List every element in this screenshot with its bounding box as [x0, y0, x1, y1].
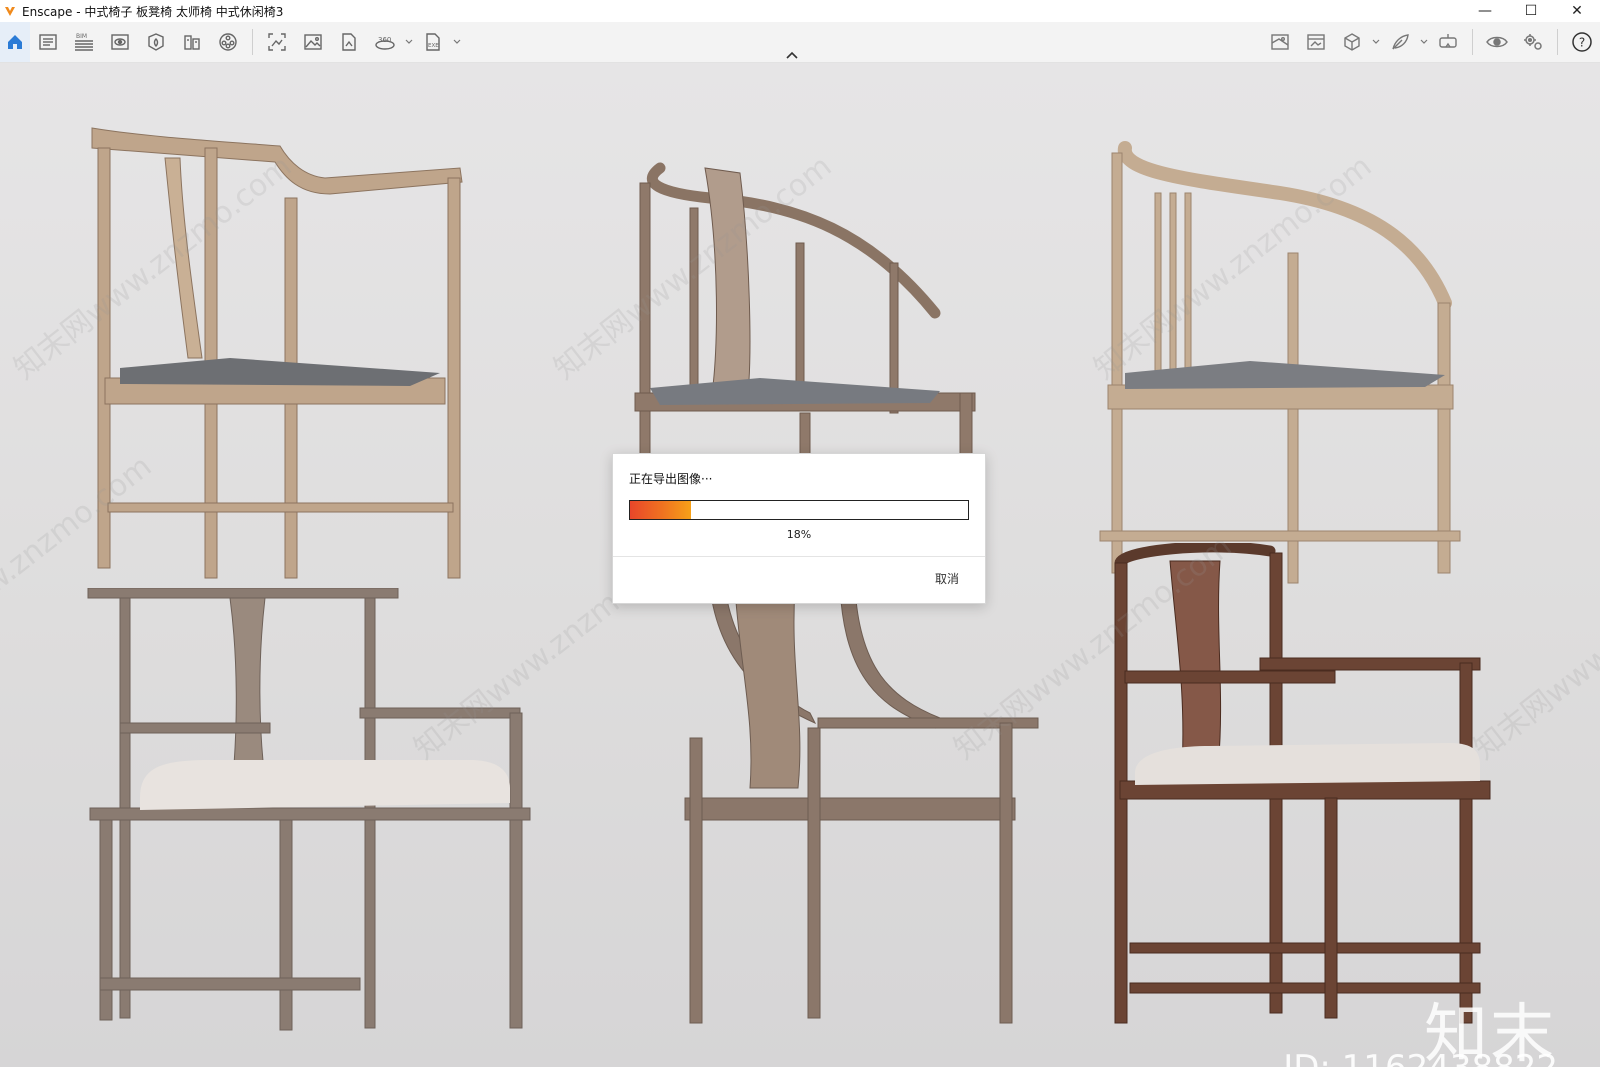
- view-button[interactable]: [102, 22, 138, 62]
- dialog-divider: [613, 556, 985, 557]
- toolbar-left-group: BIM 360 EXE: [0, 22, 463, 62]
- chevron-down-icon: [405, 39, 413, 44]
- chair-image: [684, 588, 1039, 1024]
- home-button[interactable]: [0, 22, 30, 62]
- settings-button[interactable]: [1515, 22, 1551, 62]
- document-export-icon: [342, 33, 356, 51]
- screenshot-button[interactable]: [259, 22, 295, 62]
- gears-icon: [1524, 34, 1542, 50]
- cube-button[interactable]: [1334, 22, 1370, 62]
- svg-text:BIM: BIM: [76, 33, 87, 40]
- chevron-down-icon: [1372, 39, 1380, 44]
- eye-button[interactable]: [1479, 22, 1515, 62]
- svg-text:EXE: EXE: [428, 43, 439, 49]
- cube-icon: [1344, 33, 1360, 51]
- toolbar-separator: [252, 29, 253, 55]
- svg-text:?: ?: [1579, 36, 1585, 50]
- panorama-dropdown-caret[interactable]: [403, 22, 415, 62]
- bim-icon: BIM: [75, 33, 93, 51]
- image-export-icon: [304, 34, 322, 50]
- asset-library-icon: [148, 33, 164, 51]
- materials-icon: [184, 35, 200, 50]
- help-button[interactable]: ?: [1564, 22, 1600, 62]
- cube-dropdown-caret[interactable]: [1370, 22, 1382, 62]
- document-export-button[interactable]: [331, 22, 367, 62]
- enscape-logo-icon: [5, 7, 15, 16]
- export-status-message: 正在导出图像···: [629, 472, 713, 486]
- map-icon: [1271, 34, 1289, 50]
- feather-icon: [1392, 34, 1409, 50]
- view-icon: [111, 34, 129, 50]
- toolbar-separator: [1557, 29, 1558, 55]
- toolbar-separator: [1472, 29, 1473, 55]
- exe-export-button[interactable]: EXE: [415, 22, 451, 62]
- eye-icon: [1486, 36, 1508, 48]
- title-bar: Enscape - 中式椅子 板凳椅 太师椅 中式休闲椅3 — ☐ ✕: [0, 0, 1600, 22]
- toolbar-right-group: ?: [1262, 22, 1600, 62]
- help-icon: ?: [1572, 32, 1592, 52]
- panorama-icon: 360: [375, 36, 395, 50]
- toolbar: BIM 360 EXE ?: [0, 22, 1600, 63]
- cancel-button[interactable]: 取消: [935, 570, 959, 587]
- feather-button[interactable]: [1382, 22, 1418, 62]
- chevron-down-icon: [1420, 39, 1428, 44]
- feather-dropdown-caret[interactable]: [1418, 22, 1430, 62]
- collapse-toolbar-icon[interactable]: [784, 49, 800, 61]
- bim-button[interactable]: BIM: [66, 22, 102, 62]
- svg-text:360: 360: [378, 36, 391, 44]
- export-progress-bar: [629, 500, 969, 520]
- settings-panel-button[interactable]: [30, 22, 66, 62]
- vr-headset-icon: [1439, 34, 1457, 48]
- materials-button[interactable]: [174, 22, 210, 62]
- window-title: Enscape - 中式椅子 板凳椅 太师椅 中式休闲椅3: [22, 4, 284, 19]
- screenshot-icon: [268, 33, 286, 51]
- exe-export-icon: EXE: [426, 33, 440, 51]
- maximize-button[interactable]: ☐: [1508, 0, 1554, 22]
- progress-percent: 18%: [786, 528, 812, 541]
- reel-icon: [219, 33, 237, 51]
- settings-panel-icon: [39, 34, 57, 50]
- map-button[interactable]: [1262, 22, 1298, 62]
- minimize-button[interactable]: —: [1462, 0, 1508, 22]
- home-icon: [8, 35, 22, 49]
- close-button[interactable]: ✕: [1554, 0, 1600, 22]
- vr-headset-button[interactable]: [1430, 22, 1466, 62]
- image-export-button[interactable]: [295, 22, 331, 62]
- asset-library-button[interactable]: [138, 22, 174, 62]
- image-id-watermark: ID: 1162438822: [1283, 1048, 1558, 1067]
- panorama-button[interactable]: 360: [367, 22, 403, 62]
- progress-fill: [630, 501, 691, 519]
- export-progress-dialog: 正在导出图像··· 18% 取消: [612, 453, 986, 604]
- upload-image-icon: [1307, 34, 1325, 50]
- chevron-down-icon: [453, 39, 461, 44]
- chair-image: [87, 588, 531, 1031]
- upload-image-button[interactable]: [1298, 22, 1334, 62]
- reel-button[interactable]: [210, 22, 246, 62]
- exe-dropdown-caret[interactable]: [451, 22, 463, 62]
- chair-image: [1114, 543, 1491, 1024]
